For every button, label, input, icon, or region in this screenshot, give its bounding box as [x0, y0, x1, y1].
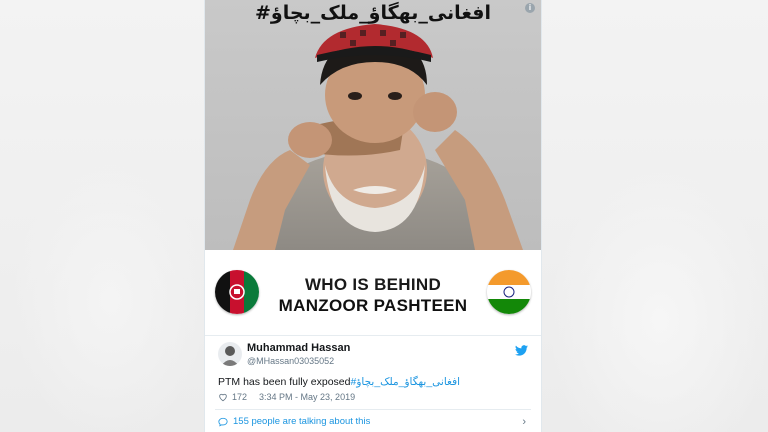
heart-icon[interactable]	[218, 392, 228, 402]
tweet-text: PTM has been fully exposed#افغانی_بھگاؤ_…	[218, 376, 460, 388]
tweet-hashtag-link[interactable]: #افغانی_بھگاؤ_ملک_بچاؤ	[351, 376, 461, 388]
author-handle[interactable]: @MHassan03035052	[247, 356, 334, 366]
like-count[interactable]: 172	[232, 392, 247, 402]
tweet-body: Muhammad Hassan @MHassan03035052 PTM has…	[205, 336, 541, 432]
tweet-meta: 172 3:34 PM - May 23, 2019	[218, 392, 355, 402]
portrait-illustration	[233, 24, 523, 250]
tweet-photo[interactable]: #افغانی_بھگاؤ_ملک_بچاؤ i	[205, 0, 541, 250]
embedded-tweet-card: #افغانی_بھگاؤ_ملک_بچاؤ i WHO IS BEHIND M…	[205, 0, 541, 432]
banner-line-2: MANZOOR PASHTEEN	[278, 296, 468, 315]
talking-about-link[interactable]: 155 people are talking about this	[218, 416, 370, 427]
afghanistan-flag-icon	[215, 270, 259, 314]
info-icon[interactable]: i	[525, 3, 535, 13]
tweet-text-body: PTM has been fully exposed	[218, 376, 351, 388]
divider	[215, 409, 531, 410]
author-name[interactable]: Muhammad Hassan	[247, 342, 350, 354]
talking-about-text[interactable]: 155 people are talking about this	[233, 416, 370, 427]
hashtag-banner-text: #افغانی_بھگاؤ_ملک_بچاؤ	[254, 2, 491, 24]
twitter-bird-icon[interactable]	[515, 345, 528, 356]
tweet-timestamp[interactable]: 3:34 PM - May 23, 2019	[259, 392, 355, 402]
chevron-right-icon[interactable]: ›	[522, 416, 526, 428]
comment-bubble-icon	[218, 417, 228, 427]
india-flag-icon	[487, 270, 531, 314]
banner-line-1: WHO IS BEHIND	[304, 275, 442, 294]
avatar[interactable]	[218, 342, 242, 366]
caption-banner: WHO IS BEHIND MANZOOR PASHTEEN	[205, 250, 541, 336]
